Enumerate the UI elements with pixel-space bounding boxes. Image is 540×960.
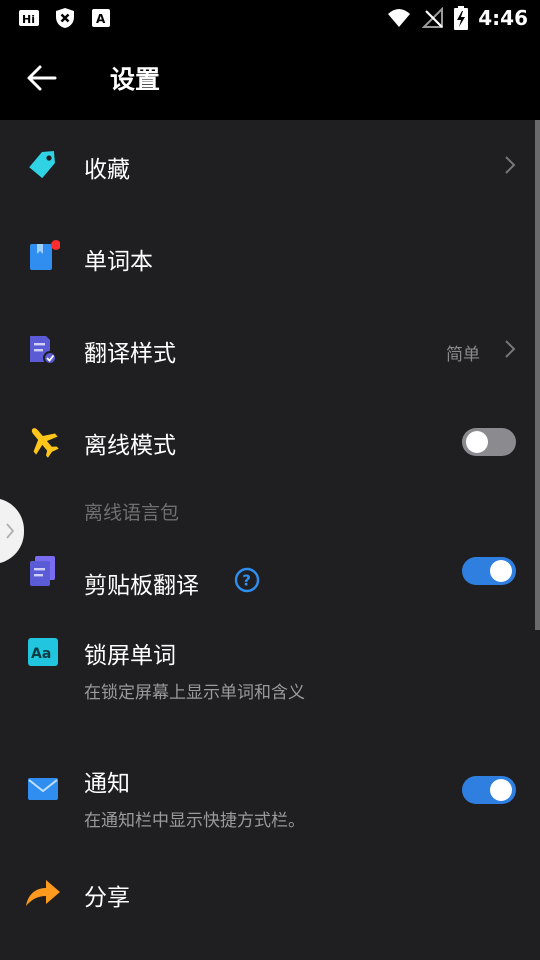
svg-text:Aa: Aa — [31, 646, 51, 662]
settings-item-clipboard[interactable]: 剪贴板翻译 ? — [0, 546, 540, 616]
chevron-right-icon — [505, 156, 516, 174]
settings-item-label: 剪贴板翻译 — [84, 573, 199, 599]
status-bar: Hi A 4:46 — [0, 0, 540, 38]
settings-item-label: 分享 — [84, 885, 130, 911]
share-arrow-icon — [26, 880, 60, 906]
clipboard-icon — [30, 556, 55, 586]
app-bar: 设置 — [0, 38, 540, 120]
clipboard-translate-toggle[interactable] — [462, 557, 516, 585]
settings-item-label: 收藏 — [84, 157, 130, 183]
toggle-knob — [466, 431, 488, 453]
clock: 4:46 — [478, 6, 528, 30]
chevron-right-icon — [505, 340, 516, 358]
offline-language-pack-label[interactable]: 离线语言包 — [84, 498, 179, 525]
page-title: 设置 — [110, 65, 161, 94]
settings-item-label: 离线模式 — [84, 433, 176, 459]
envelope-icon — [28, 778, 58, 800]
bookmark-book-icon — [30, 240, 60, 270]
settings-item-translate-style[interactable]: 翻译样式 简单 — [0, 314, 540, 384]
hi-app-icon: Hi — [19, 10, 39, 26]
settings-item-notification[interactable]: 通知 在通知栏中显示快捷方式栏。 — [0, 750, 540, 840]
settings-item-label: 翻译样式 — [84, 341, 176, 367]
settings-item-wordbook[interactable]: 单词本 — [0, 222, 540, 292]
battery-charging-icon — [454, 6, 469, 30]
settings-item-label: 单词本 — [84, 249, 153, 275]
svg-text:?: ? — [242, 572, 251, 590]
settings-item-subtitle: 在通知栏中显示快捷方式栏。 — [84, 811, 305, 831]
settings-item-label: 锁屏单词 — [84, 643, 176, 669]
toggle-knob — [490, 779, 512, 801]
arrow-left-icon[interactable] — [22, 58, 62, 98]
wifi-icon — [388, 9, 411, 27]
notification-dot — [51, 240, 60, 250]
a-app-icon: A — [92, 9, 110, 27]
chevron-right-icon — [6, 523, 15, 539]
no-signal-icon — [422, 7, 444, 28]
settings-item-subtitle: 在锁定屏幕上显示单词和含义 — [84, 683, 305, 703]
question-circle-icon[interactable]: ? — [234, 567, 260, 593]
aa-icon: Aa — [28, 638, 58, 666]
toggle-knob — [490, 560, 512, 582]
airplane-icon — [31, 428, 59, 458]
translate-style-value: 简单 — [446, 345, 480, 365]
svg-text:A: A — [96, 12, 106, 26]
settings-item-lockscreen[interactable]: Aa 锁屏单词 在锁定屏幕上显示单词和含义 — [0, 620, 540, 720]
shield-x-icon — [56, 8, 74, 28]
offline-mode-toggle[interactable] — [462, 428, 516, 456]
notification-toggle[interactable] — [462, 776, 516, 804]
svg-text:Hi: Hi — [22, 13, 35, 26]
settings-item-favorites[interactable]: 收藏 — [0, 130, 540, 200]
settings-item-label: 通知 — [84, 771, 130, 797]
document-check-icon — [30, 336, 57, 365]
tag-icon — [29, 150, 55, 179]
settings-item-offline[interactable]: 离线模式 — [0, 406, 540, 476]
settings-item-share[interactable]: 分享 — [0, 858, 540, 928]
